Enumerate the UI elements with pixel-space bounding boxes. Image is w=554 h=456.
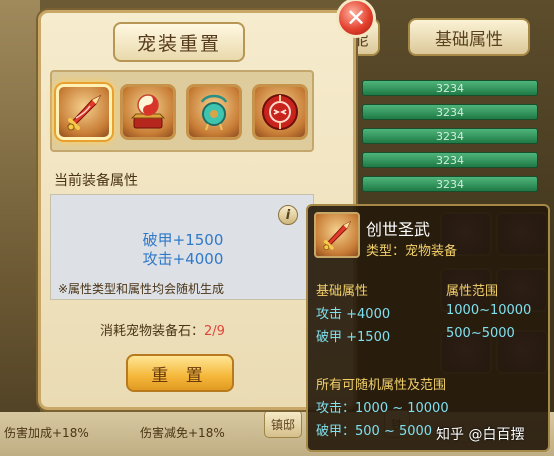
equipment-slot-jade-pendant[interactable] (186, 84, 242, 140)
reset-cost-label: 消耗宠物装备石： (100, 324, 205, 339)
stat-bar: 3234 (362, 152, 538, 168)
damage-bonus-stat: 伤害加成+18% (4, 426, 89, 440)
damage-reduction-stat: 伤害减免+18% (140, 426, 225, 440)
reset-cost: 消耗宠物装备石：2/9 (100, 320, 225, 339)
reset-button-label: 重 置 (151, 365, 209, 386)
stat-bar: 3234 (362, 128, 538, 144)
tooltip-item-name: 创世圣武 (366, 220, 431, 239)
close-icon: ✕ (345, 4, 367, 32)
sword-equipment-icon (323, 220, 352, 251)
tooltip-armor-break-range: 500~5000 (446, 326, 515, 341)
tooltip-attack-range: 1000~10000 (446, 303, 532, 318)
panel-title-text: 宠装重置 (136, 32, 221, 55)
red-mask-equipment-icon (262, 94, 298, 130)
stat-bar: 3234 (362, 176, 538, 192)
stat-bar-value: 3234 (436, 81, 464, 95)
attribute-armor-break: 破甲+1500 (142, 231, 224, 249)
tooltip-item-type: 类型：宠物装备 (366, 244, 458, 259)
tooltip-random-armor-break: 破甲：500 ~ 5000 (316, 424, 433, 439)
tooltip-item-icon (314, 212, 360, 258)
tooltip-basic-attributes-heading: 基础属性 (316, 284, 369, 299)
random-attributes-note: ※属性类型和属性均会随机生成 (58, 282, 225, 296)
attribute-attack: 攻击+4000 (142, 250, 224, 268)
tooltip-basic-attack: 攻击 +4000 (316, 307, 391, 322)
watermark: 知乎 @白百摆 (436, 427, 525, 443)
bottom-tag-label: 镇邸 (271, 417, 296, 432)
orb-altar-equipment-icon (130, 94, 166, 129)
jade-pendant-equipment-icon (200, 94, 228, 131)
equipment-slot-sword[interactable] (56, 84, 112, 140)
reset-cost-count: 2/9 (204, 324, 225, 339)
equipment-slot-red-mask[interactable] (252, 84, 308, 140)
equipment-slot-orb-altar[interactable] (120, 84, 176, 140)
background-left-scene (0, 0, 40, 456)
tooltip-random-attributes-heading: 所有可随机属性及范围 (316, 378, 447, 393)
tooltip-random-attack: 攻击：1000 ~ 10000 (316, 401, 449, 416)
stat-bar-value: 3234 (436, 153, 464, 167)
stat-bar: 3234 (362, 104, 538, 120)
basic-attributes-tab[interactable]: 基础属性 (408, 18, 530, 56)
panel-title: 宠装重置 (113, 22, 245, 62)
reset-button[interactable]: 重 置 (126, 354, 234, 392)
current-attributes-heading: 当前装备属性 (54, 173, 138, 189)
stat-bar-value: 3234 (436, 105, 464, 119)
stat-bar-value: 3234 (436, 177, 464, 191)
basic-attributes-tab-label: 基础属性 (435, 29, 503, 50)
stat-bar: 3234 (362, 80, 538, 96)
tooltip-range-heading: 属性范围 (446, 284, 499, 299)
sword-equipment-icon (67, 94, 102, 131)
info-icon[interactable]: i (278, 205, 298, 225)
tooltip-basic-armor-break: 破甲 +1500 (316, 330, 391, 345)
stat-bar-value: 3234 (436, 129, 464, 143)
bottom-tag-button[interactable]: 镇邸 (264, 410, 303, 438)
